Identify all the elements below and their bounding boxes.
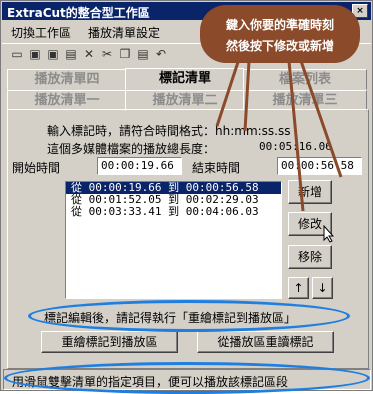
status-bar: 用滑鼠雙擊清單的指定項目，便可以播放該標記區段 [3, 369, 371, 390]
undo-icon[interactable]: ↶ [154, 48, 168, 61]
end-time-label: 結束時間 [192, 161, 241, 175]
total-length-label: 這個多媒體檔案的播放總長度： [47, 142, 216, 156]
save-all-icon[interactable]: ▤ [64, 48, 78, 61]
save-as-icon[interactable]: ▣ [46, 48, 60, 61]
start-time-label: 開始時間 [12, 161, 61, 175]
redraw-reminder: 標記編輯後，請記得執行「重繪標記到播放區」 [44, 311, 297, 325]
tab-playlist-2[interactable]: 播放清單二 [125, 90, 245, 111]
time-format-instruction: 輸入標記時，請符合時間格式：hh:mm:ss.ss [47, 124, 291, 138]
window-title: ExtraCut的整合型工作區 [7, 6, 150, 20]
mark-list[interactable]: 從 00:00:19.66 到 00:00:56.58 從 00:01:52.0… [65, 181, 282, 299]
copy-icon[interactable]: ❐ [118, 48, 132, 61]
callout-line-1: 鍵入你要的準確時刻 [225, 18, 334, 32]
mouse-cursor-icon [323, 224, 335, 243]
tab-mark-list[interactable]: 標記清單 [125, 68, 245, 90]
end-time-input[interactable]: 00:00:56.58 [277, 157, 362, 175]
start-time-input[interactable]: 00:00:19.66 [97, 157, 182, 175]
remove-button[interactable]: 移除 [288, 245, 332, 269]
tab-playlist-3[interactable]: 播放清單三 [243, 90, 367, 111]
cut-icon[interactable]: ✂ [100, 48, 114, 61]
status-text: 用滑鼠雙擊清單的指定項目，便可以播放該標記區段 [12, 375, 289, 389]
list-item[interactable]: 從 00:03:33.41 到 00:04:06.03 [66, 206, 281, 218]
total-length-value: 00:05:16.06 [259, 140, 332, 153]
paste-icon[interactable]: ▤ [136, 48, 150, 61]
reread-marks-button[interactable]: 從播放區重讀標記 [197, 331, 334, 353]
move-up-button[interactable]: ↑ [288, 277, 309, 299]
tab-playlist-1[interactable]: 播放清單一 [7, 90, 127, 111]
move-down-button[interactable]: ↓ [312, 277, 333, 299]
tab-playlist-4[interactable]: 播放清單四 [7, 69, 127, 90]
add-button[interactable]: 新增 [288, 180, 332, 204]
delete-icon[interactable]: ✕ [82, 48, 96, 61]
callout-line-2: 然後按下修改或新增 [225, 39, 334, 53]
open-icon[interactable]: ▭ [10, 48, 24, 61]
main-window: ExtraCut的整合型工作區 × 切換工作區 播放清單設定 ▭ ▣ ▣ ▤ ✕… [0, 0, 373, 394]
menu-playlist-settings[interactable]: 播放清單設定 [88, 24, 160, 41]
tab-file-list[interactable]: 檔案列表 [243, 69, 367, 90]
save-icon[interactable]: ▣ [28, 48, 42, 61]
instruction-callout: 鍵入你要的準確時刻 然後按下修改或新增 [200, 5, 360, 63]
menu-switch-workspace[interactable]: 切換工作區 [11, 24, 71, 41]
redraw-marks-button[interactable]: 重繪標記到播放區 [41, 331, 178, 353]
